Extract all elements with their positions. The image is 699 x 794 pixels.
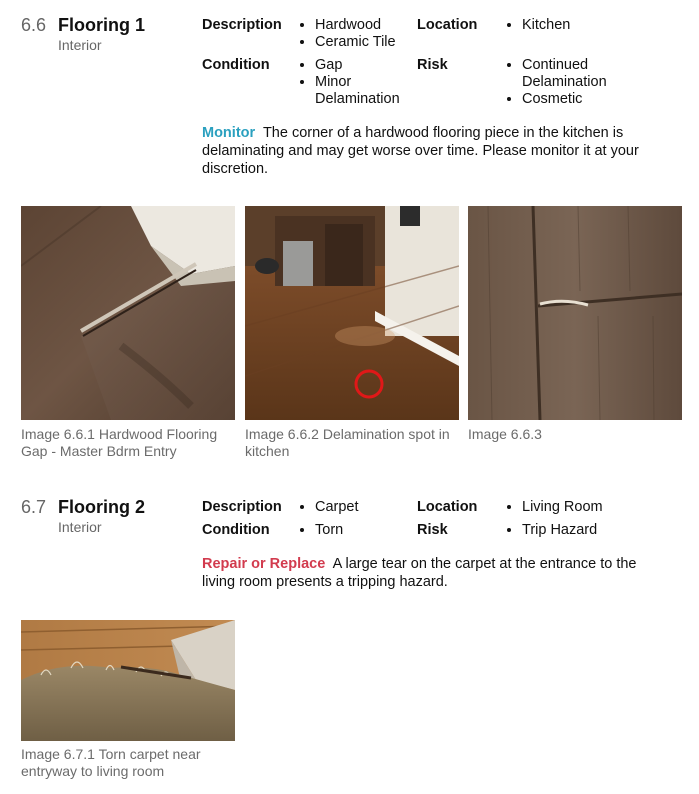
list-item: Kitchen	[522, 17, 652, 34]
list-item: Minor Delamination	[315, 74, 420, 108]
image-caption: Image 6.6.2 Delamination spot in kitchen	[245, 426, 450, 459]
list-item: Trip Hazard	[522, 522, 652, 539]
location-label: Location	[417, 499, 478, 515]
section-number: 6.7	[21, 497, 47, 517]
note-text: The corner of a hardwood flooring piece …	[202, 125, 639, 177]
section-title: Flooring 2	[58, 497, 145, 517]
condition-list: Torn	[300, 522, 425, 539]
image-caption: Image 6.6.3	[468, 426, 542, 442]
kitchen-floor-image	[245, 206, 459, 420]
description-label: Description	[202, 499, 282, 515]
delamination-closeup-image	[468, 206, 682, 420]
risk-list: Trip Hazard	[507, 522, 652, 539]
photo-hardwood-gap[interactable]	[21, 206, 235, 420]
risk-label: Risk	[417, 57, 448, 73]
torn-carpet-image	[21, 620, 235, 741]
condition-label: Condition	[202, 57, 270, 73]
section-subtitle: Interior	[58, 37, 102, 53]
list-item: Living Room	[522, 499, 652, 516]
description-list: Carpet	[300, 499, 425, 516]
image-caption: Image 6.7.1 Torn carpet near entryway to…	[21, 746, 201, 779]
list-item: Carpet	[315, 499, 425, 516]
list-item: Torn	[315, 522, 425, 539]
section-number: 6.6	[21, 15, 47, 35]
photo-torn-carpet[interactable]	[21, 620, 235, 741]
location-list: Living Room	[507, 499, 652, 516]
recommendation-note: Repair or Replace A large tear on the ca…	[202, 555, 672, 591]
risk-label: Risk	[417, 522, 448, 538]
photo-kitchen-delamination[interactable]	[245, 206, 459, 420]
section-flooring-1: 6.6 Flooring 1 Interior Description Hard…	[0, 0, 699, 470]
image-caption: Image 6.6.1 Hardwood Flooring Gap - Mast…	[21, 426, 218, 459]
list-item: Hardwood	[315, 17, 425, 34]
section-subtitle: Interior	[58, 519, 102, 535]
list-item: Ceramic Tile	[315, 34, 425, 51]
list-item: Gap	[315, 57, 420, 74]
location-label: Location	[417, 17, 478, 33]
repair-tag: Repair or Replace	[202, 556, 326, 572]
section-flooring-2: 6.7 Flooring 2 Interior Description Carp…	[0, 482, 699, 794]
condition-list: Gap Minor Delamination	[300, 57, 420, 108]
list-item: Continued Delamination	[522, 57, 632, 91]
description-list: Hardwood Ceramic Tile	[300, 17, 425, 51]
risk-list: Continued Delamination Cosmetic	[507, 57, 632, 108]
floor-gap-image	[21, 206, 235, 420]
location-list: Kitchen	[507, 17, 652, 34]
photo-delamination-closeup[interactable]	[468, 206, 682, 420]
description-label: Description	[202, 17, 282, 33]
condition-label: Condition	[202, 522, 270, 538]
list-item: Cosmetic	[522, 91, 632, 108]
section-title: Flooring 1	[58, 15, 145, 35]
monitor-tag: Monitor	[202, 125, 256, 141]
recommendation-note: Monitor The corner of a hardwood floorin…	[202, 124, 672, 178]
